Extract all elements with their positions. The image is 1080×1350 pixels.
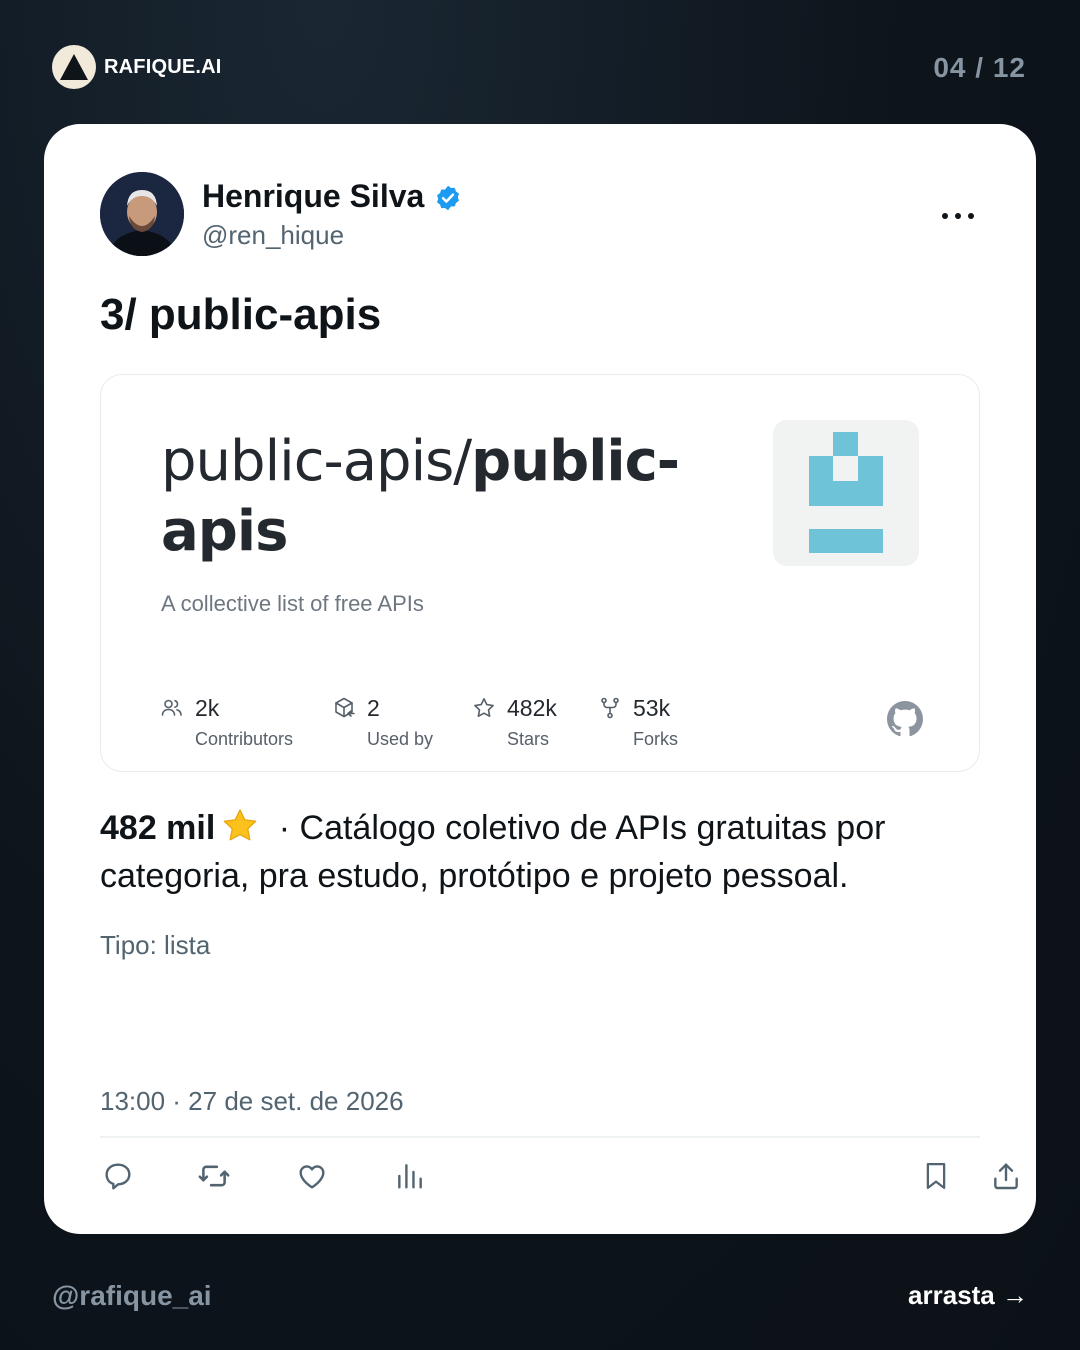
stat-used-by: 2 Used by — [331, 691, 471, 751]
avatar[interactable] — [100, 172, 184, 256]
fork-icon — [597, 695, 623, 721]
body-text: · Catálogo coletivo de APIs gratuitas po… — [100, 809, 886, 895]
stat-value: 2k — [195, 695, 220, 721]
stat-contributors: 2k Contributors — [159, 691, 331, 751]
divider — [100, 1136, 980, 1138]
timestamp[interactable]: 13:00 · 27 de set. de 2026 — [100, 1086, 404, 1117]
repo-identicon — [773, 420, 919, 566]
repo-link-card[interactable]: public-apis/public-apis A collective lis… — [100, 374, 980, 772]
share-icon[interactable] — [988, 1156, 1024, 1196]
repo-owner: public-apis/ — [161, 429, 472, 494]
stat-label: Forks — [633, 729, 678, 749]
brand: RAFIQUE.AI — [52, 45, 222, 89]
reply-icon[interactable] — [100, 1156, 136, 1196]
stat-forks: 53k Forks — [597, 691, 717, 751]
more-options-icon[interactable] — [938, 204, 978, 228]
repo-description: A collective list of free APIs — [161, 591, 424, 616]
star-emoji-icon — [221, 807, 259, 845]
stat-value: 2 — [367, 695, 380, 721]
tweet-body: 482 mil · Catálogo coletivo de APIs grat… — [100, 804, 980, 900]
tweet-card: Henrique Silva @ren_hique 3/ public-apis… — [44, 124, 1036, 1234]
stat-value: 53k — [633, 695, 671, 721]
verified-badge-icon — [434, 183, 462, 211]
star-outline-icon — [471, 695, 497, 721]
action-bar — [100, 1156, 1018, 1200]
retweet-icon[interactable] — [196, 1156, 232, 1196]
repo-stats: 2k Contributors 2 Used by 482k Stars 53k… — [159, 691, 717, 751]
brand-name: RAFIQUE.AI — [104, 55, 222, 78]
stat-value: 482k — [507, 695, 557, 721]
post-title: 3/ public-apis — [100, 290, 382, 339]
stat-label: Stars — [507, 729, 550, 749]
triangle-logo-icon — [52, 45, 96, 89]
body-star-count: 482 mil — [100, 809, 216, 847]
stat-stars: 482k Stars — [471, 691, 597, 751]
author-handle[interactable]: @ren_hique — [202, 220, 344, 251]
author-name[interactable]: Henrique Silva — [202, 178, 462, 215]
footer-handle[interactable]: @rafique_ai — [52, 1280, 212, 1312]
repo-title: public-apis/public-apis — [161, 427, 721, 567]
stat-label: Contributors — [195, 729, 294, 749]
swipe-hint: arrasta → — [908, 1280, 1028, 1310]
github-icon[interactable] — [887, 701, 923, 737]
type-line: Tipo: lista — [100, 930, 211, 960]
bookmark-icon[interactable] — [918, 1156, 954, 1196]
views-bar-chart-icon[interactable] — [392, 1156, 428, 1196]
author-name-text[interactable]: Henrique Silva — [202, 178, 424, 215]
stat-label: Used by — [367, 729, 434, 749]
people-icon — [159, 695, 185, 721]
like-heart-icon[interactable] — [294, 1156, 330, 1196]
page-counter: 04 / 12 — [933, 52, 1026, 83]
package-icon — [331, 695, 357, 721]
